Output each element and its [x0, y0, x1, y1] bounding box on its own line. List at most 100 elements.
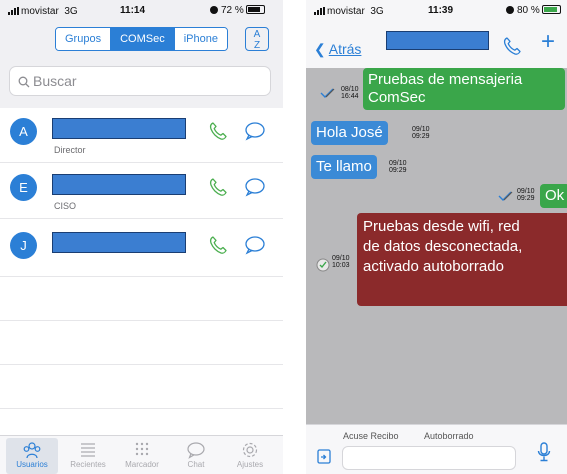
redacted-contact-name: [386, 31, 489, 50]
search-icon: [18, 76, 30, 88]
phone-icon[interactable]: [208, 235, 228, 255]
signal-icon: [314, 7, 325, 15]
contact-source-segmented-control: Grupos COMSec iPhone: [55, 27, 228, 51]
message-bubble-sent[interactable]: Pruebas de mensajeria ComSec: [363, 68, 565, 110]
delivered-check-icon: [498, 191, 513, 201]
battery-percent: 80 %: [517, 5, 540, 16]
chat-screen: movistar 3G 11:39 80 % ❮ Atrás + 08/10 16:…: [306, 0, 567, 474]
battery-percent: 72 %: [221, 5, 244, 16]
tab-usuarios[interactable]: Usuarios: [6, 438, 58, 474]
contact-list: A Director E CISO J: [0, 108, 283, 435]
message-timestamp: 09/10 09:29: [389, 160, 407, 174]
divider: [0, 218, 283, 219]
network-type: 3G: [64, 6, 78, 17]
alarm-icon: [506, 6, 514, 14]
tab-recientes[interactable]: Recientes: [62, 438, 114, 474]
message-timestamp: 09/10 09:29: [412, 126, 430, 140]
contact-row[interactable]: A Director: [0, 108, 283, 162]
segment-iphone[interactable]: iPhone: [173, 28, 227, 50]
back-button[interactable]: ❮ Atrás: [314, 41, 361, 58]
avatar: J: [10, 232, 37, 259]
battery-icon: [245, 5, 265, 14]
gear-icon: [224, 438, 276, 460]
message-composer: Acuse Recibo Autoborrado: [306, 424, 567, 474]
divider: [0, 408, 283, 409]
message-bubble-sent[interactable]: Ok: [540, 184, 567, 208]
chevron-left-icon: ❮: [314, 41, 326, 57]
segment-comsec[interactable]: COMSec: [110, 28, 174, 50]
message-bubble-received[interactable]: Hola José: [311, 121, 388, 145]
contact-row[interactable]: E CISO: [0, 164, 283, 218]
add-icon[interactable]: +: [541, 30, 555, 54]
contacts-screen: movistar 3G 11:14 72 % Grupos COMSec iPh…: [0, 0, 283, 474]
message-timestamp: 09/10 10:03: [332, 255, 350, 269]
chat-bubble-icon[interactable]: [244, 177, 266, 197]
autodelete-toggle[interactable]: Autoborrado: [424, 431, 474, 441]
message-bubble-sent-autodelete[interactable]: Pruebas desde wifi, red de datos descone…: [357, 213, 567, 306]
contact-row[interactable]: J: [0, 222, 283, 276]
tab-bar: Usuarios Recientes Marcador Chat Ajustes: [0, 435, 283, 474]
battery-icon: [541, 5, 561, 14]
message-timestamp: 09/10 09:29: [517, 188, 535, 202]
search-input[interactable]: Buscar: [9, 66, 271, 96]
sort-az-icon[interactable]: AZ: [245, 27, 269, 51]
redacted-name: [52, 118, 186, 139]
signal-icon: [8, 7, 19, 15]
contact-role: Director: [54, 145, 86, 155]
avatar: A: [10, 118, 37, 145]
phone-icon[interactable]: [208, 177, 228, 197]
keypad-icon: [116, 438, 168, 460]
tab-label: Usuarios: [16, 460, 48, 469]
status-bar: movistar 3G 11:14 72 %: [0, 0, 283, 22]
search-placeholder: Buscar: [33, 73, 77, 89]
chat-bubble-icon[interactable]: [244, 235, 266, 255]
tab-marcador[interactable]: Marcador: [116, 438, 168, 474]
message-line: Pruebas de mensajeria: [368, 71, 523, 88]
tab-label: Marcador: [125, 460, 159, 469]
carrier-info: movistar 3G: [8, 6, 78, 17]
tab-label: Chat: [187, 460, 205, 469]
chat-bubble-icon[interactable]: [244, 121, 266, 141]
divider: [0, 364, 283, 365]
message-line: de datos desconectada,: [363, 238, 523, 255]
divider: [0, 320, 283, 321]
tab-label: Recientes: [70, 460, 106, 469]
phone-icon[interactable]: [502, 36, 522, 56]
phone-icon[interactable]: [208, 121, 228, 141]
message-line: activado autoborrado: [363, 258, 504, 275]
contact-role: CISO: [54, 201, 77, 211]
redacted-name: [52, 174, 186, 195]
microphone-icon[interactable]: [536, 441, 552, 463]
delivered-check-icon: [320, 88, 335, 98]
battery-info: 80 %: [506, 5, 561, 16]
battery-info: 72 %: [210, 5, 265, 16]
carrier-name: movistar: [21, 6, 59, 17]
back-label: Atrás: [328, 41, 362, 57]
message-line: Pruebas desde wifi, red: [363, 218, 520, 235]
network-type: 3G: [370, 6, 384, 17]
status-time: 11:14: [120, 5, 146, 16]
tab-ajustes[interactable]: Ajustes: [224, 438, 276, 474]
chat-icon: [170, 438, 222, 460]
alarm-icon: [210, 6, 218, 14]
message-input[interactable]: [342, 446, 516, 470]
message-line: Ok: [545, 187, 565, 204]
read-receipt-toggle[interactable]: Acuse Recibo: [343, 431, 399, 441]
status-bar: movistar 3G 11:39 80 %: [306, 0, 567, 22]
message-timestamp: 08/10 16:44: [341, 86, 359, 100]
carrier-name: movistar: [327, 6, 365, 17]
avatar: E: [10, 174, 37, 201]
message-line: Hola José: [316, 124, 383, 141]
message-line: Te llamo: [316, 158, 372, 175]
attach-icon[interactable]: [316, 447, 332, 465]
list-icon: [62, 438, 114, 460]
tab-label: Ajustes: [236, 460, 264, 469]
tab-chat[interactable]: Chat: [170, 438, 222, 474]
message-bubble-received[interactable]: Te llamo: [311, 155, 377, 179]
segment-grupos[interactable]: Grupos: [56, 28, 111, 50]
redacted-name: [52, 232, 186, 253]
divider: [0, 276, 283, 277]
divider: [0, 162, 283, 163]
message-line: ComSec: [368, 89, 426, 106]
chat-nav-bar: ❮ Atrás +: [306, 22, 567, 68]
